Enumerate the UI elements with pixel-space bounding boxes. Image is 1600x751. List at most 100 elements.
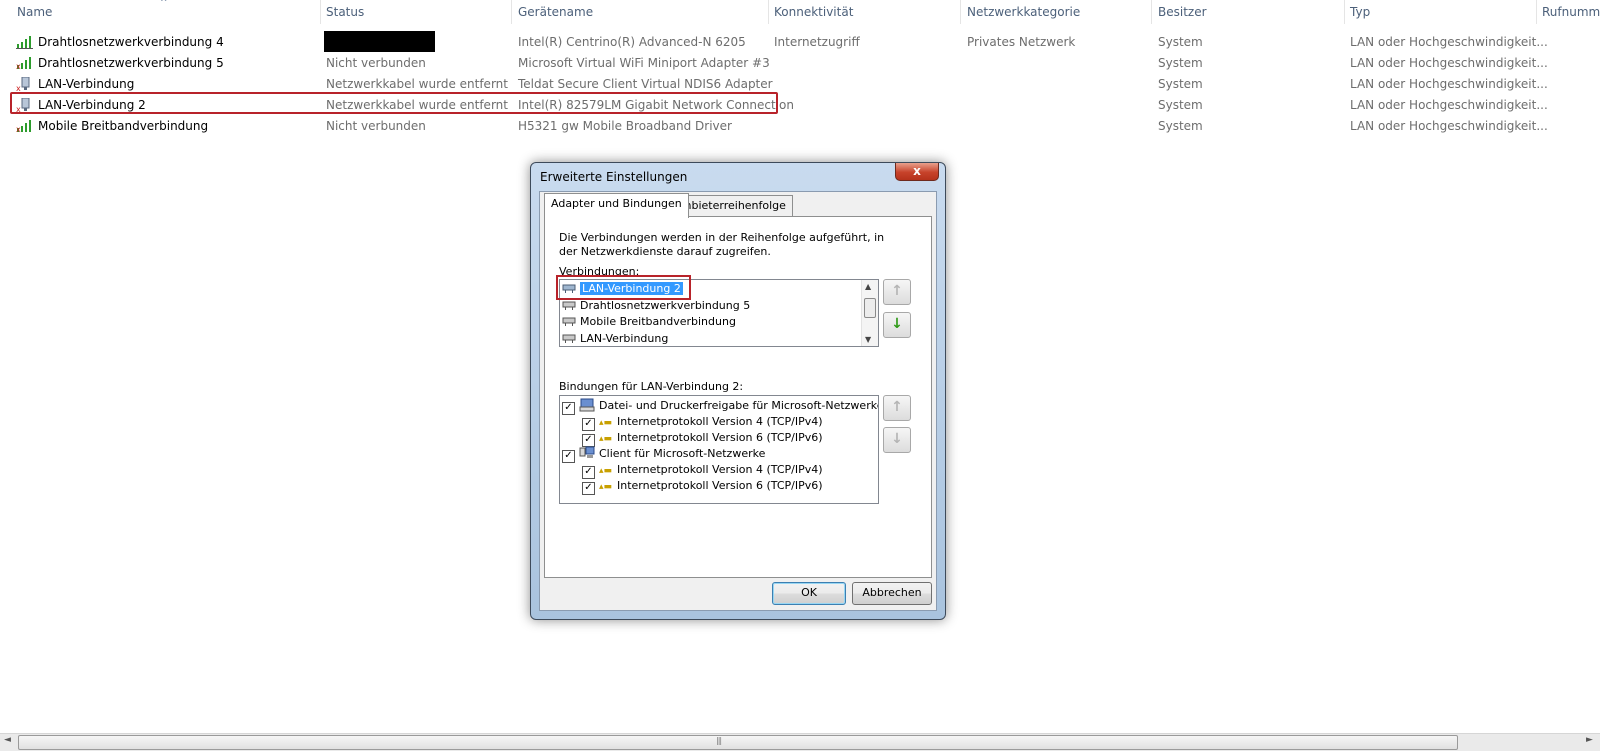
- scroll-thumb[interactable]: [864, 298, 876, 318]
- binding-label: Internetprotokoll Version 4 (TCP/IPv4): [617, 415, 823, 428]
- list-item[interactable]: Drahtlosnetzwerkverbindung 5: [562, 298, 750, 314]
- svg-text:x: x: [16, 62, 21, 70]
- connection-label: Mobile Breitbandverbindung: [580, 315, 736, 328]
- column-network-category[interactable]: Netzwerkkategorie: [967, 5, 1080, 19]
- row-device: Intel(R) Centrino(R) Advanced-N 6205: [518, 35, 746, 49]
- column-divider[interactable]: [768, 0, 769, 24]
- protocol-icon: ▴▬: [599, 466, 613, 476]
- column-divider[interactable]: [1344, 0, 1345, 24]
- redacted-status: [324, 31, 435, 52]
- wifi-signal-icon: [16, 36, 33, 49]
- sort-ascending-icon: ^: [160, 0, 168, 8]
- connection-label: Drahtlosnetzwerkverbindung 5: [580, 299, 751, 312]
- row-status: Netzwerkkabel wurde entfernt: [326, 77, 508, 91]
- network-adapter-icon: [562, 301, 576, 310]
- column-divider[interactable]: [960, 0, 961, 24]
- connection-label: LAN-Verbindung: [580, 332, 669, 345]
- row-name: LAN-Verbindung: [38, 77, 135, 91]
- tab-panel: Die Verbindungen werden in der Reihenfol…: [544, 216, 932, 578]
- cancel-button[interactable]: Abbrechen: [852, 582, 932, 605]
- client-network-icon: [579, 446, 595, 458]
- column-header-bar: ^ Name Status Gerätename Konnektivität N…: [0, 0, 1600, 26]
- row-name: Drahtlosnetzwerkverbindung 4: [38, 35, 224, 49]
- column-status[interactable]: Status: [326, 5, 364, 19]
- column-phone[interactable]: Rufnumme: [1542, 5, 1600, 19]
- binding-item[interactable]: ✓ ▴▬ Internetprotokoll Version 6 (TCP/IPv6…: [582, 478, 823, 495]
- tab-adapters-bindings[interactable]: Adapter und Bindungen: [544, 193, 689, 218]
- table-row[interactable]: x Mobile Breitbandverbindung Nicht verbu…: [0, 116, 1600, 136]
- column-divider[interactable]: [511, 0, 512, 24]
- binding-label: Datei- und Druckerfreigabe für Microsoft…: [599, 399, 879, 412]
- horizontal-scrollbar[interactable]: ◄ ||| ►: [0, 733, 1600, 751]
- checkbox[interactable]: ✓: [562, 402, 575, 415]
- dialog-title: Erweiterte Einstellungen: [540, 170, 688, 184]
- column-divider[interactable]: [320, 0, 321, 24]
- row-type: LAN oder Hochgeschwindigkeit...: [1350, 119, 1548, 133]
- scroll-down-icon[interactable]: ▼: [865, 335, 871, 344]
- column-name[interactable]: Name: [17, 5, 52, 19]
- dialog-body: Adapter und Bindungen Anbieterreihenfolg…: [539, 191, 937, 611]
- scroll-thumb[interactable]: [18, 735, 1458, 750]
- description-text: Die Verbindungen werden in der Reihenfol…: [559, 231, 885, 258]
- close-button[interactable]: x: [895, 163, 939, 181]
- arrow-down-icon: ↓: [891, 316, 903, 332]
- column-divider[interactable]: [1536, 0, 1537, 24]
- binding-move-down-button[interactable]: ↓: [883, 427, 911, 453]
- wifi-signal-icon: x: [16, 57, 31, 70]
- arrow-up-icon: ↑: [891, 283, 903, 299]
- list-item[interactable]: LAN-Verbindung: [562, 331, 669, 346]
- table-row[interactable]: x LAN-Verbindung Netzwerkkabel wurde ent…: [0, 74, 1600, 94]
- binding-item[interactable]: ✓ ▴▬ Internetprotokoll Version 6 (TCP/IPv6…: [582, 430, 823, 447]
- row-device: Microsoft Virtual WiFi Miniport Adapter …: [518, 56, 770, 70]
- arrow-up-icon: ↑: [891, 399, 903, 415]
- binding-label: Internetprotokoll Version 4 (TCP/IPv4): [617, 463, 823, 476]
- column-type[interactable]: Typ: [1350, 5, 1370, 19]
- scroll-right-icon[interactable]: ►: [1586, 735, 1593, 745]
- scroll-left-icon[interactable]: ◄: [4, 735, 11, 745]
- binding-item[interactable]: ✓ Client für Microsoft-Netzwerke: [562, 446, 766, 463]
- ok-button[interactable]: OK: [772, 582, 846, 605]
- move-up-button[interactable]: ↑: [883, 279, 911, 305]
- row-type: LAN oder Hochgeschwindigkeit...: [1350, 35, 1548, 49]
- binding-item[interactable]: ✓ ▴▬ Internetprotokoll Version 4 (TCP/IPv4…: [582, 414, 823, 431]
- row-status: Nicht verbunden: [326, 56, 426, 70]
- table-row[interactable]: x Drahtlosnetzwerkverbindung 5 Nicht ver…: [0, 53, 1600, 73]
- row-status: Nicht verbunden: [326, 119, 426, 133]
- connections-scrollbar[interactable]: ▲ ▼: [861, 280, 878, 346]
- column-owner[interactable]: Besitzer: [1158, 5, 1207, 19]
- network-adapter-icon: [562, 317, 576, 326]
- row-name: Mobile Breitbandverbindung: [38, 119, 209, 133]
- row-connectivity: Internetzugriff: [774, 35, 860, 49]
- arrow-down-icon: ↓: [891, 431, 903, 447]
- mobile-broadband-icon: x: [16, 120, 31, 133]
- binding-label: Internetprotokoll Version 6 (TCP/IPv6): [617, 431, 823, 444]
- network-adapter-icon: [562, 334, 576, 343]
- move-down-button[interactable]: ↓: [883, 312, 911, 338]
- column-device[interactable]: Gerätename: [518, 5, 593, 19]
- row-name: Drahtlosnetzwerkverbindung 5: [38, 56, 224, 70]
- row-device: Teldat Secure Client Virtual NDIS6 Adapt…: [518, 77, 773, 91]
- bindings-listbox[interactable]: ✓ Datei- und Druckerfreigabe für Microsof…: [559, 395, 879, 504]
- checkbox[interactable]: ✓: [582, 482, 595, 495]
- binding-item[interactable]: ✓ Datei- und Druckerfreigabe für Microsof…: [562, 398, 879, 415]
- svg-text:x: x: [16, 84, 21, 91]
- close-icon: x: [913, 164, 921, 178]
- row-owner: System: [1158, 119, 1203, 133]
- grip-icon: |||: [716, 736, 722, 745]
- row-network-category: Privates Netzwerk: [967, 35, 1076, 49]
- scroll-up-icon[interactable]: ▲: [865, 282, 871, 291]
- selection-highlight-annotation: [556, 275, 691, 300]
- binding-item[interactable]: ✓ ▴▬ Internetprotokoll Version 4 (TCP/IPv4…: [582, 462, 823, 479]
- checkbox[interactable]: ✓: [562, 450, 575, 463]
- protocol-icon: ▴▬: [599, 418, 613, 428]
- row-owner: System: [1158, 98, 1203, 112]
- binding-label: Client für Microsoft-Netzwerke: [599, 447, 766, 460]
- row-highlight-annotation: [10, 92, 778, 114]
- table-row[interactable]: Drahtlosnetzwerkverbindung 4 Intel(R) Ce…: [0, 31, 1600, 52]
- binding-move-up-button[interactable]: ↑: [883, 395, 911, 421]
- row-type: LAN oder Hochgeschwindigkeit...: [1350, 98, 1548, 112]
- column-connectivity[interactable]: Konnektivität: [774, 5, 853, 19]
- column-divider[interactable]: [1151, 0, 1152, 24]
- list-item[interactable]: Mobile Breitbandverbindung: [562, 314, 736, 330]
- row-owner: System: [1158, 77, 1203, 91]
